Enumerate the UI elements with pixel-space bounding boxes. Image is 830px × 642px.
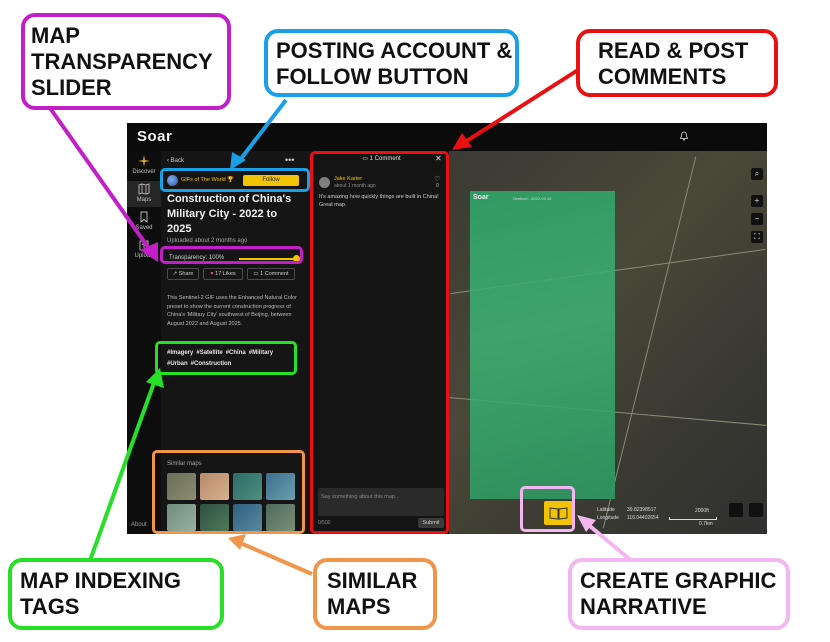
callout-transparency-label: MAP TRANSPARENCY SLIDER (31, 23, 213, 100)
callout-comments-label: READ & POST COMMENTS (598, 38, 749, 89)
callout-tags-label: MAP INDEXING TAGS (20, 568, 181, 619)
callout-tags: MAP INDEXING TAGS (8, 558, 224, 630)
callout-narrative-label: CREATE GRAPHIC NARRATIVE (580, 568, 777, 619)
callout-similar-label: SIMILAR MAPS (327, 568, 418, 619)
callout-account: POSTING ACCOUNT & FOLLOW BUTTON (264, 29, 519, 97)
callout-comments: READ & POST COMMENTS (576, 29, 778, 97)
callout-narrative: CREATE GRAPHIC NARRATIVE (568, 558, 790, 630)
callout-similar: SIMILAR MAPS (313, 558, 437, 630)
annotated-screenshot: Soar Discover Maps Saved Upload About ‹ … (0, 0, 830, 642)
callout-transparency: MAP TRANSPARENCY SLIDER (21, 13, 231, 110)
callout-account-label: POSTING ACCOUNT & FOLLOW BUTTON (276, 38, 513, 89)
